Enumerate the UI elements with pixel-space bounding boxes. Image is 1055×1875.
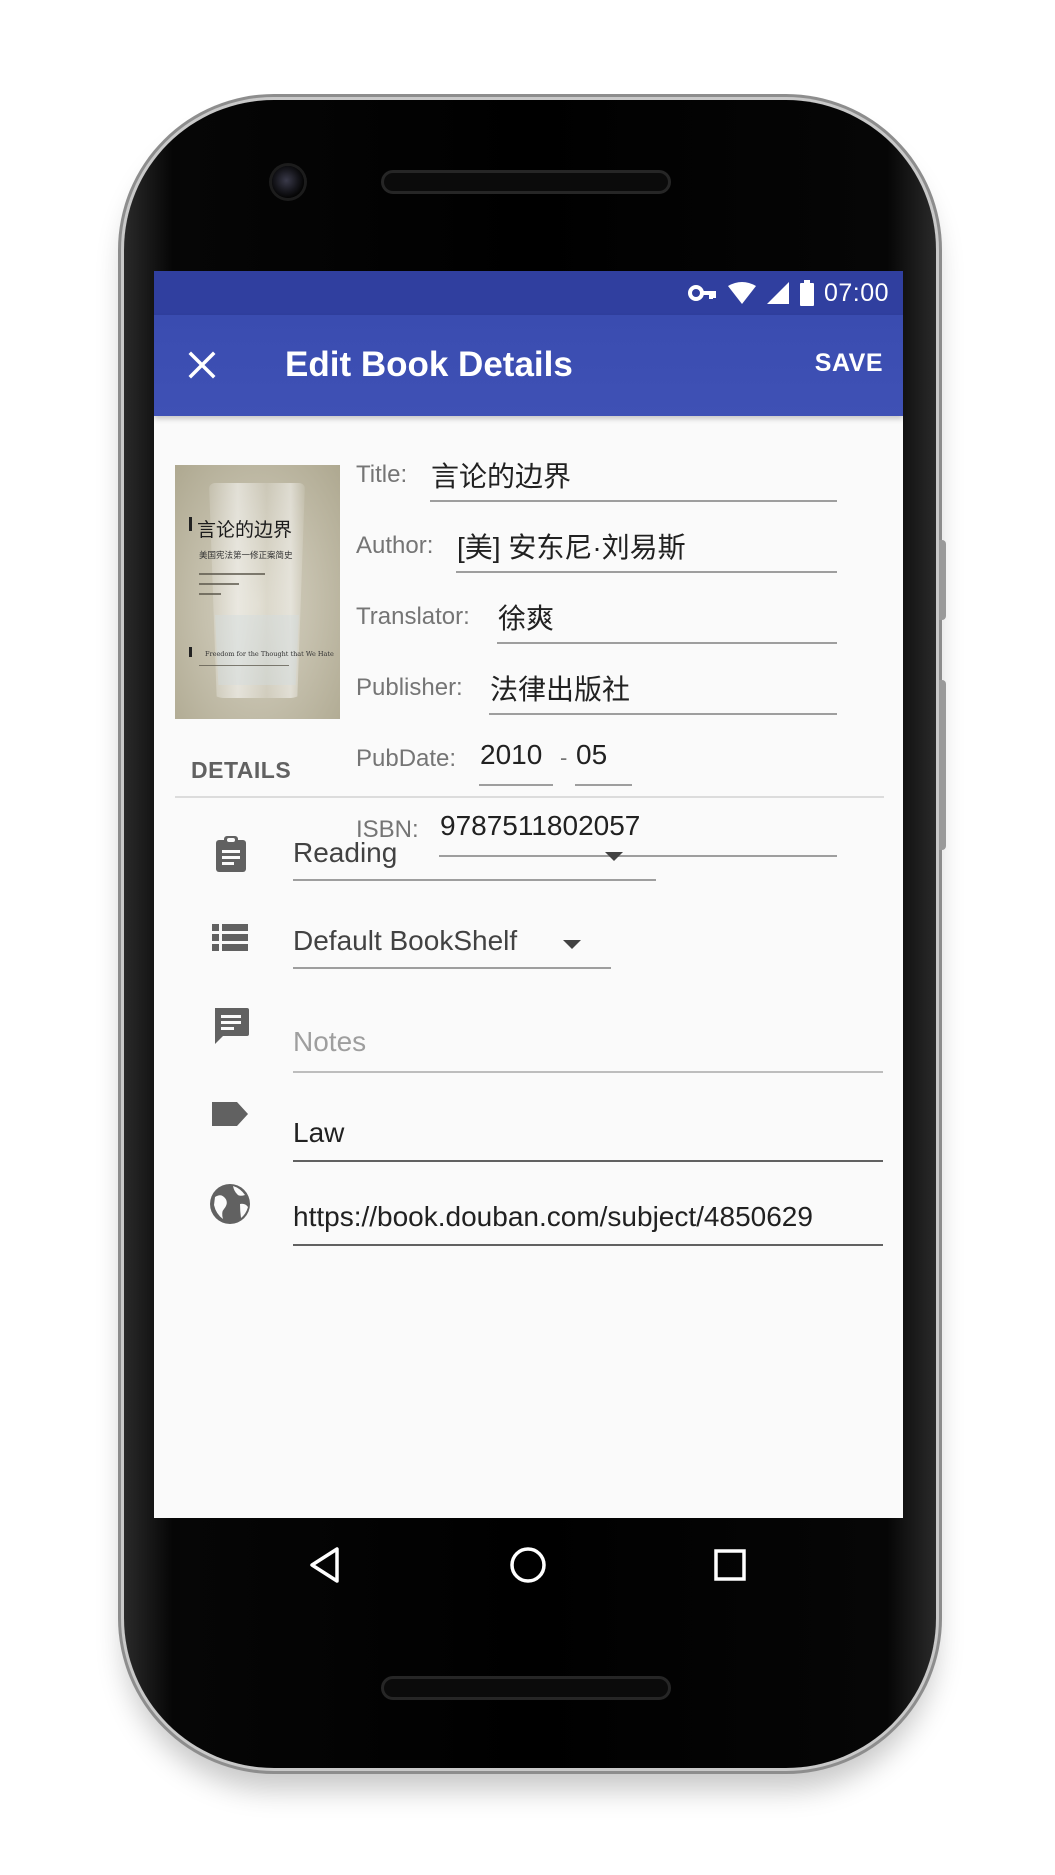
home-icon[interactable] [505, 1542, 551, 1588]
label-icon [212, 1102, 248, 1126]
vpn-key-icon [687, 285, 716, 301]
bottom-speaker [381, 1676, 671, 1700]
recents-icon[interactable] [707, 1542, 753, 1588]
wifi-icon [727, 282, 756, 304]
save-button[interactable]: SAVE [815, 349, 883, 378]
system-navigation-bar [154, 1518, 903, 1618]
app-bar: Edit Book Details SAVE [154, 315, 903, 416]
notes-field[interactable]: Notes [293, 1026, 366, 1058]
bookshelf-value: Default BookShelf [293, 925, 518, 956]
notes-underline[interactable] [293, 1071, 883, 1073]
bookshelf-underline[interactable] [293, 967, 611, 969]
tags-field[interactable]: Law [293, 1117, 344, 1149]
author-field-underline[interactable] [456, 571, 837, 573]
url-field[interactable]: https://book.douban.com/subject/4850629 [293, 1201, 813, 1233]
author-field[interactable]: [美] 安东尼·刘易斯 [457, 526, 686, 566]
bookshelf-select[interactable]: Default BookShelf [293, 923, 611, 969]
pubdate-month-underline[interactable] [575, 784, 632, 786]
translator-field-underline[interactable] [497, 642, 837, 644]
cover-title: 言论的边界 [197, 519, 293, 541]
title-field[interactable]: 言论的边界 [431, 455, 571, 495]
power-button [939, 540, 946, 620]
title-label: Title: [356, 461, 408, 488]
top-speaker [381, 170, 671, 194]
reading-status-underline[interactable] [293, 879, 656, 881]
details-section-header: DETAILS [191, 757, 292, 783]
tags-underline[interactable] [293, 1160, 883, 1162]
battery-icon [799, 280, 814, 306]
globe-icon [210, 1184, 250, 1224]
cover-bar [189, 517, 192, 531]
app-screen: 07:00 Edit Book Details SAVE 言论的边界 美国宪法第… [154, 271, 903, 1518]
pubdate-year-underline[interactable] [479, 784, 553, 786]
cover-text-line [199, 573, 265, 575]
cover-subtitle: 美国宪法第一修正案简史 [199, 551, 293, 561]
cover-bar [189, 647, 192, 657]
pubdate-separator: - [560, 745, 568, 770]
publisher-field-underline[interactable] [489, 713, 837, 715]
cell-signal-icon [766, 282, 789, 304]
list-icon [212, 924, 248, 951]
status-time: 07:00 [823, 278, 889, 307]
chevron-down-icon [605, 852, 623, 861]
volume-button [939, 680, 946, 850]
pubdate-year-field[interactable]: 2010 [480, 739, 542, 771]
front-camera [272, 166, 304, 198]
cover-text-line [199, 583, 239, 585]
reading-status-select[interactable]: Reading [293, 835, 656, 881]
translator-label: Translator: [356, 603, 470, 630]
status-bar: 07:00 [154, 271, 903, 315]
details-divider [175, 796, 884, 798]
title-field-underline[interactable] [430, 500, 837, 502]
cover-text-line [199, 665, 289, 666]
page-title: Edit Book Details [285, 345, 573, 384]
url-underline[interactable] [293, 1244, 883, 1246]
reading-status-value: Reading [293, 837, 398, 868]
cover-english-title: Freedom for the Thought that We Hate [205, 650, 334, 658]
translator-field[interactable]: 徐爽 [498, 597, 554, 637]
publisher-label: Publisher: [356, 674, 463, 701]
chevron-down-icon [563, 940, 581, 949]
publisher-field[interactable]: 法律出版社 [490, 668, 630, 708]
pubdate-month-field[interactable]: 05 [576, 739, 607, 771]
back-icon[interactable] [303, 1542, 349, 1588]
book-cover-image[interactable]: 言论的边界 美国宪法第一修正案简史 Freedom for the Though… [175, 465, 340, 719]
close-icon[interactable] [184, 347, 220, 383]
pubdate-label: PubDate: [356, 745, 457, 772]
author-label: Author: [356, 532, 434, 559]
clipboard-icon [216, 836, 246, 872]
cover-text-line [199, 593, 221, 595]
comment-icon [215, 1008, 249, 1044]
